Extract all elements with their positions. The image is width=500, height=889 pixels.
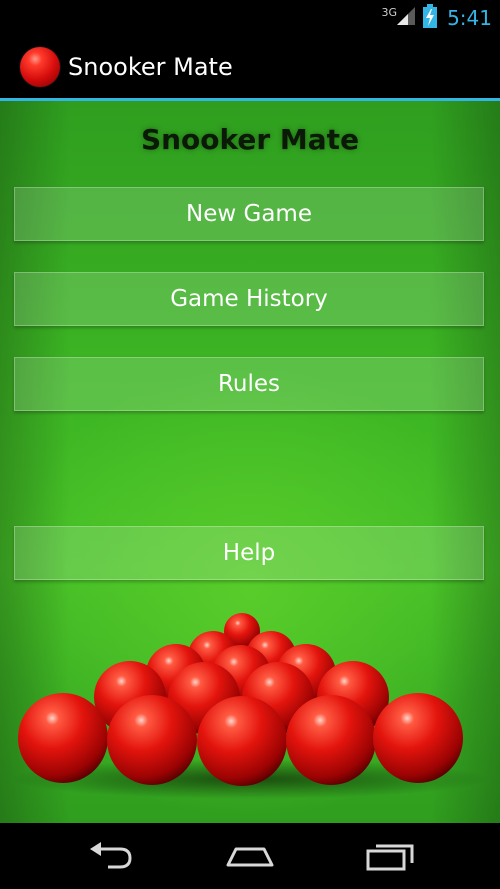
page-title: Snooker Mate — [140, 123, 360, 156]
battery-charging-icon — [423, 4, 438, 32]
back-icon[interactable] — [76, 835, 146, 877]
rules-button[interactable]: Rules — [14, 357, 484, 411]
action-bar: Snooker Mate — [0, 36, 500, 98]
red-snooker-ball-icon[interactable] — [20, 47, 60, 87]
main-content: Snooker Mate New Game Game History Rules… — [0, 101, 500, 823]
status-icons: 3G 5:41 — [382, 4, 492, 32]
navigation-bar — [0, 823, 500, 889]
status-bar: 3G 5:41 — [0, 0, 500, 36]
home-icon[interactable] — [215, 835, 285, 877]
new-game-button[interactable]: New Game — [14, 187, 484, 241]
help-button[interactable]: Help — [14, 526, 484, 580]
signal-icon — [395, 5, 417, 31]
recent-apps-icon[interactable] — [355, 835, 425, 877]
status-clock: 5:41 — [447, 6, 492, 30]
network-type-label: 3G — [381, 5, 398, 19]
game-history-button[interactable]: Game History — [14, 272, 484, 326]
app-screen: 3G 5:41 Snooker Mate Snooker Mate New Ga… — [0, 0, 500, 889]
action-bar-title: Snooker Mate — [68, 53, 233, 81]
